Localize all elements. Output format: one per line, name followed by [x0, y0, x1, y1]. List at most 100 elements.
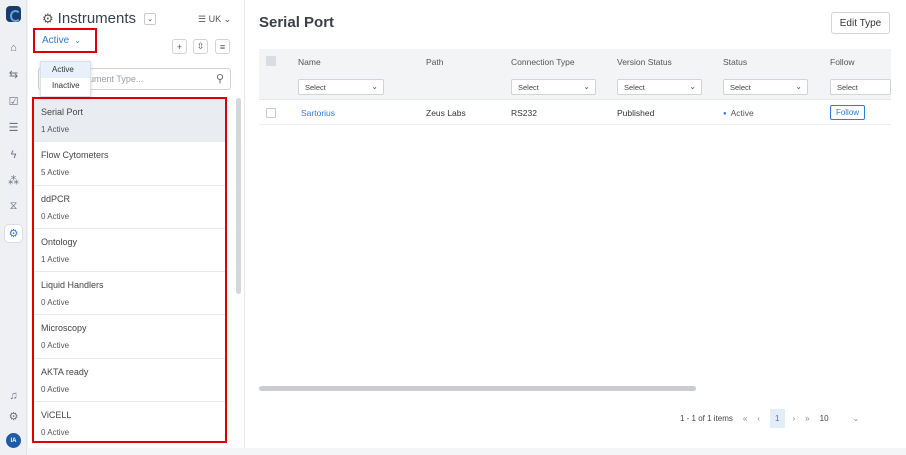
bolt-icon[interactable]: ϟ [5, 146, 22, 163]
home-icon[interactable]: ⌂ [5, 39, 22, 56]
prev-page-icon[interactable]: ‹ [757, 414, 760, 423]
last-page-icon[interactable]: » [805, 414, 809, 423]
column-header-version-status[interactable]: Version Status [617, 57, 672, 67]
column-header-name[interactable]: Name [298, 57, 321, 67]
language-icon: ☰ [198, 14, 207, 24]
column-header-status[interactable]: Status [723, 57, 747, 67]
chevron-down-icon: ⌄ [795, 82, 802, 91]
gear-icon: ⚙ [42, 10, 54, 26]
row-connection-type: RS232 [511, 108, 537, 118]
column-header-path[interactable]: Path [426, 57, 444, 67]
sort-button[interactable]: ⇳ [193, 39, 208, 54]
item-name: Serial Port [41, 107, 84, 117]
instruments-icon[interactable]: ⚙ [5, 225, 22, 242]
item-name: ViCELL [41, 410, 72, 421]
select-all-checkbox[interactable] [266, 56, 276, 66]
list-item[interactable]: ViCELL 0 Active [34, 402, 225, 441]
status-filter-dropdown[interactable]: Active ⌄ [33, 28, 97, 53]
list-icon[interactable]: ☰ [5, 119, 22, 136]
table-horizontal-scrollbar[interactable] [259, 386, 696, 391]
connection-type-filter-select[interactable]: Select ⌄ [511, 79, 596, 95]
table-row[interactable]: Sartorius Zeus Labs RS232 Published Acti… [259, 100, 891, 125]
instruments-table: Name Path Connection Type Version Status… [259, 49, 891, 125]
column-header-connection-type[interactable]: Connection Type [511, 57, 575, 67]
item-count: 0 Active [41, 428, 70, 438]
workflow-icon[interactable]: ⇆ [5, 66, 22, 83]
item-count: 0 Active [41, 211, 70, 221]
select-placeholder: Select [730, 83, 751, 92]
column-header-follow[interactable]: Follow [830, 57, 855, 67]
row-name-link[interactable]: Sartorius [301, 108, 335, 118]
nav-rail: ⌂ ⇆ ☑ ☰ ϟ ⁂ ⧖ ⚙ ♫ ⚙ IA [0, 0, 27, 455]
select-placeholder: Select [518, 83, 539, 92]
panel-title-text: Instruments [57, 10, 137, 27]
item-name: ddPCR [41, 193, 71, 204]
edit-type-button[interactable]: Edit Type [831, 12, 890, 34]
filter-row: Select ⌄ Select ⌄ Select ⌄ Select ⌄ Sele… [259, 74, 891, 100]
status-filter-label: Active [42, 35, 70, 46]
search-icon[interactable]: ⚲ [216, 72, 224, 85]
status-option-active[interactable]: Active [41, 62, 90, 78]
chevron-down-icon: ⌄ [74, 36, 81, 45]
item-count: 0 Active [41, 298, 70, 308]
pagination-range: 1 - 1 of 1 items [680, 413, 733, 423]
row-checkbox[interactable] [266, 108, 276, 118]
app-logo[interactable] [6, 6, 21, 22]
language-selector[interactable]: ☰ UK ⌄ [198, 14, 231, 25]
pagination: 1 - 1 of 1 items « ‹ 1 › » 10 ⌄ [680, 408, 869, 428]
page-title: Serial Port [259, 14, 335, 31]
panel-title: ⚙ Instruments ⌄ [42, 10, 157, 27]
list-scrollbar[interactable] [236, 98, 241, 294]
settings-icon[interactable]: ⚙ [5, 408, 22, 425]
list-item[interactable]: Serial Port 1 Active [34, 99, 225, 143]
main-content: Serial Port Edit Type Name Path Connecti… [244, 0, 906, 448]
list-item[interactable]: Microscopy 0 Active [34, 315, 225, 359]
list-item[interactable]: Flow Cytometers 5 Active [34, 142, 225, 186]
avatar[interactable]: IA [6, 433, 21, 448]
chevron-down-icon[interactable]: ⌄ [144, 12, 157, 25]
first-page-icon[interactable]: « [743, 414, 747, 423]
search-placeholder: ument Type... [89, 74, 144, 84]
tasks-icon[interactable]: ☑ [5, 93, 22, 110]
next-page-icon[interactable]: › [793, 414, 796, 423]
filter-button[interactable]: ≡ [215, 39, 230, 54]
status-option-inactive[interactable]: Inactive [41, 78, 90, 94]
dna-icon[interactable]: ⧖ [5, 198, 22, 215]
name-filter-select[interactable]: Select ⌄ [298, 79, 384, 95]
page-size-select[interactable]: 10 [820, 414, 829, 423]
item-name: AKTA ready [41, 366, 89, 377]
item-count: 0 Active [41, 341, 70, 351]
list-item[interactable]: Ontology 1 Active [34, 229, 225, 273]
item-name: Flow Cytometers [41, 150, 109, 161]
add-button[interactable]: + [172, 39, 187, 54]
row-version-status: Published [617, 108, 655, 118]
list-item[interactable]: ddPCR 0 Active [34, 186, 225, 229]
instrument-types-panel: ⚙ Instruments ⌄ ☰ UK ⌄ Active ⌄ + ⇳ ≡ um… [28, 0, 244, 448]
version-status-filter-select[interactable]: Select ⌄ [617, 79, 702, 95]
follow-button[interactable]: Follow [830, 105, 865, 120]
item-count: 1 Active [41, 254, 70, 264]
select-placeholder: Select [624, 83, 645, 92]
table-header: Name Path Connection Type Version Status… [259, 49, 891, 74]
row-status: Active [723, 108, 754, 118]
bell-icon[interactable]: ♫ [5, 387, 22, 404]
item-count: 5 Active [41, 168, 70, 178]
list-item[interactable]: AKTA ready 0 Active [34, 359, 225, 403]
hierarchy-icon[interactable]: ⁂ [5, 172, 22, 189]
select-placeholder: Select [837, 83, 858, 92]
chevron-down-icon: ⌄ [583, 82, 590, 91]
current-page-button[interactable]: 1 [770, 408, 785, 428]
status-options-menu: Active Inactive [40, 61, 91, 97]
list-item[interactable]: Liquid Handlers 0 Active [34, 272, 225, 316]
item-name: Ontology [41, 236, 78, 247]
language-label: UK [208, 14, 222, 24]
chevron-down-icon: ⌄ [689, 82, 696, 91]
item-name: Liquid Handlers [41, 280, 104, 291]
item-count: 1 Active [41, 125, 70, 134]
row-path: Zeus Labs [426, 108, 466, 118]
follow-filter-select[interactable]: Select [830, 79, 891, 95]
chevron-down-icon[interactable]: ⌄ [853, 414, 860, 423]
chevron-down-icon: ⌄ [371, 82, 378, 91]
instrument-type-list: Serial Port 1 Active Flow Cytometers 5 A… [32, 97, 227, 443]
status-filter-select[interactable]: Select ⌄ [723, 79, 808, 95]
